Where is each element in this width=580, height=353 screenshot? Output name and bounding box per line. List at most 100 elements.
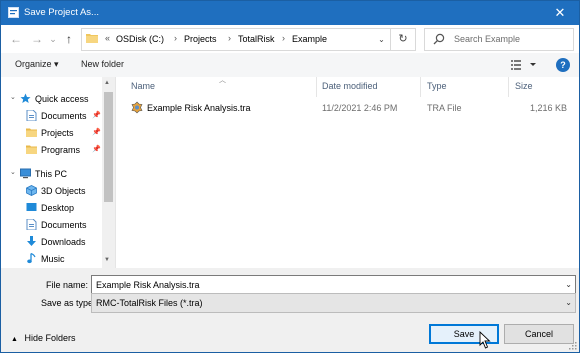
file-date: 11/2/2021 2:46 PM bbox=[322, 103, 398, 113]
column-divider[interactable] bbox=[316, 77, 317, 97]
column-header-type[interactable]: Type bbox=[427, 81, 447, 91]
sort-ascending-icon: ︿ bbox=[219, 77, 226, 84]
hide-folders-button[interactable]: ▲ Hide Folders bbox=[11, 333, 75, 343]
title-bar: Save Project As... ✕ bbox=[1, 1, 579, 25]
forward-button[interactable]: → bbox=[30, 32, 44, 46]
sidebar-item-desktop[interactable]: Desktop bbox=[1, 199, 102, 216]
sidebar-item-label: Documents bbox=[41, 220, 87, 230]
breadcrumb-example[interactable]: Example bbox=[292, 34, 327, 44]
sidebar-item-label: Downloads bbox=[41, 237, 86, 247]
save-as-type-select[interactable]: RMC-TotalRisk Files (*.tra) ⌄ bbox=[91, 293, 576, 313]
sidebar-item-quick-access[interactable]: ⌄ Quick access bbox=[1, 90, 102, 107]
mouse-cursor-icon bbox=[479, 331, 491, 349]
help-button[interactable]: ? bbox=[556, 58, 570, 72]
close-icon: ✕ bbox=[554, 5, 566, 20]
chevron-down-icon[interactable]: ⌄ bbox=[10, 93, 16, 101]
breadcrumb-overflow[interactable]: « bbox=[105, 33, 110, 43]
file-name-label: File name: bbox=[46, 280, 89, 290]
sidebar-item-label: Desktop bbox=[41, 203, 75, 213]
save-dialog: Save Project As... ✕ ← → ⌄ ↑ « OSDisk (C… bbox=[0, 0, 580, 353]
breadcrumb-totalrisk[interactable]: TotalRisk bbox=[238, 34, 275, 44]
sidebar-item-label: Music bbox=[41, 254, 65, 264]
sidebar-item-music[interactable]: Music bbox=[1, 250, 102, 267]
documents-icon bbox=[26, 219, 37, 230]
chevron-down-icon bbox=[530, 63, 536, 66]
resize-grip-icon[interactable] bbox=[568, 341, 578, 351]
scrollbar-thumb[interactable] bbox=[104, 92, 113, 202]
breadcrumb-osdisk[interactable]: OSDisk (C:) bbox=[116, 34, 164, 44]
recent-locations-button[interactable]: ⌄ bbox=[46, 32, 60, 46]
file-row[interactable]: Example Risk Analysis.tra 11/2/2021 2:46… bbox=[126, 99, 574, 117]
computer-icon bbox=[20, 168, 31, 179]
sidebar-item-3d-objects[interactable]: 3D Objects bbox=[1, 182, 102, 199]
file-name-field[interactable]: Example Risk Analysis.tra ⌄ bbox=[91, 275, 576, 295]
organize-button[interactable]: Organize ▾ bbox=[15, 59, 59, 70]
search-box[interactable]: Search Example bbox=[424, 28, 574, 51]
downloads-icon bbox=[27, 236, 36, 246]
chevron-down-icon[interactable]: ⌄ bbox=[10, 168, 16, 176]
breadcrumb-separator[interactable]: › bbox=[174, 33, 177, 43]
navigation-bar: ← → ⌄ ↑ « OSDisk (C:) › Projects › Total… bbox=[1, 25, 579, 53]
search-input[interactable]: Search Example bbox=[454, 34, 520, 44]
chevron-down-icon[interactable]: ⌄ bbox=[565, 280, 572, 289]
app-icon bbox=[8, 7, 19, 18]
column-header-date[interactable]: Date modified bbox=[322, 81, 378, 91]
sidebar-item-label: Documents bbox=[41, 111, 87, 121]
file-list: ︿ Name Date modified Type Size Example R… bbox=[116, 77, 579, 268]
search-icon bbox=[433, 33, 445, 45]
folder-icon bbox=[86, 34, 98, 43]
sidebar-item-documents-pinned[interactable]: Documents 📌 bbox=[1, 107, 102, 124]
column-header-name[interactable]: Name bbox=[131, 81, 155, 91]
close-button[interactable]: ✕ bbox=[541, 1, 579, 25]
scroll-down-icon[interactable]: ▼ bbox=[104, 257, 110, 263]
sidebar-item-label: Projects bbox=[41, 128, 74, 138]
sidebar-item-programs[interactable]: Programs 📌 bbox=[1, 141, 102, 158]
scroll-up-icon[interactable]: ▲ bbox=[104, 80, 110, 86]
sidebar-item-downloads[interactable]: Downloads bbox=[1, 233, 102, 250]
cancel-button[interactable]: Cancel bbox=[504, 324, 574, 344]
up-arrow-icon: ↑ bbox=[66, 32, 72, 46]
breadcrumb-separator[interactable]: › bbox=[228, 33, 231, 43]
command-bar: Organize ▾ New folder ? bbox=[1, 53, 579, 77]
3d-objects-icon bbox=[26, 185, 37, 196]
file-name-value[interactable]: Example Risk Analysis.tra bbox=[96, 280, 200, 290]
navigation-pane-scrollbar[interactable]: ▲ ▼ bbox=[102, 77, 115, 268]
chevron-down-icon[interactable]: ⌄ bbox=[565, 298, 572, 307]
desktop-icon bbox=[26, 203, 37, 211]
address-dropdown-button[interactable]: ⌄ bbox=[372, 29, 390, 50]
sidebar-item-this-pc[interactable]: ⌄ This PC bbox=[1, 165, 102, 182]
sidebar-item-label: Programs bbox=[41, 145, 81, 155]
column-divider[interactable] bbox=[420, 77, 421, 97]
file-size: 1,216 KB bbox=[530, 103, 568, 113]
refresh-icon: ↻ bbox=[398, 33, 408, 45]
refresh-button[interactable]: ↻ bbox=[390, 29, 415, 50]
view-options-button[interactable] bbox=[509, 57, 539, 73]
chevron-down-icon: ⌄ bbox=[378, 35, 385, 44]
folder-icon bbox=[26, 145, 37, 154]
new-folder-button[interactable]: New folder bbox=[81, 59, 124, 69]
sidebar-item-documents[interactable]: Documents bbox=[1, 216, 102, 233]
navigation-pane: ⌄ Quick access Documents 📌 Projects 📌 Pr bbox=[1, 77, 116, 268]
save-as-type-value[interactable]: RMC-TotalRisk Files (*.tra) bbox=[96, 298, 203, 308]
sidebar-item-label: This PC bbox=[35, 169, 68, 179]
window-title: Save Project As... bbox=[24, 7, 99, 18]
save-as-type-label: Save as type: bbox=[41, 298, 96, 308]
address-bar[interactable]: « OSDisk (C:) › Projects › TotalRisk › E… bbox=[81, 28, 416, 51]
folder-icon bbox=[26, 128, 37, 137]
save-form-panel: File name: Example Risk Analysis.tra ⌄ S… bbox=[1, 268, 579, 352]
breadcrumb-projects[interactable]: Projects bbox=[184, 34, 217, 44]
column-header-size[interactable]: Size bbox=[515, 81, 533, 91]
up-button[interactable]: ↑ bbox=[62, 32, 76, 46]
pin-icon: 📌 bbox=[92, 146, 101, 153]
star-icon bbox=[20, 93, 31, 103]
hide-folders-label: Hide Folders bbox=[24, 333, 76, 343]
file-type: TRA File bbox=[427, 103, 462, 113]
file-name: Example Risk Analysis.tra bbox=[147, 103, 251, 113]
back-button[interactable]: ← bbox=[9, 32, 23, 46]
column-divider[interactable] bbox=[508, 77, 509, 97]
music-icon bbox=[27, 253, 36, 264]
chevron-down-icon: ⌄ bbox=[49, 34, 57, 44]
documents-icon bbox=[26, 110, 37, 121]
sidebar-item-projects[interactable]: Projects 📌 bbox=[1, 124, 102, 141]
breadcrumb-separator[interactable]: › bbox=[282, 33, 285, 43]
